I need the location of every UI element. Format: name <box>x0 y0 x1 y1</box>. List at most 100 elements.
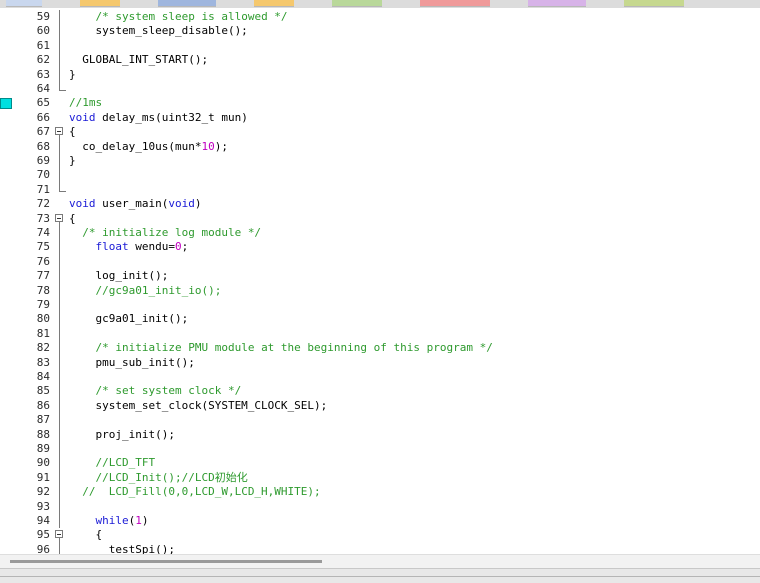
code-line[interactable]: 78 //gc9a01_init_io(); <box>0 283 760 298</box>
line-number: 82 <box>36 341 50 355</box>
code-line[interactable]: 94 while(1) <box>0 514 760 529</box>
code-text[interactable]: void user_main(void) <box>69 197 201 211</box>
token-comment: /* initialize PMU module at the beginnin… <box>95 341 493 355</box>
code-line[interactable]: 77 log_init(); <box>0 269 760 284</box>
code-line[interactable]: 61 <box>0 38 760 54</box>
line-number: 61 <box>36 38 50 52</box>
code-text[interactable]: testSpi(); <box>69 543 175 554</box>
code-text[interactable]: proj_init(); <box>69 427 175 442</box>
token: proj_init(); <box>69 427 175 441</box>
file-tab[interactable] <box>158 0 216 7</box>
line-number: 73 <box>36 211 50 225</box>
code-line[interactable]: 92 // LCD_Fill(0,0,LCD_W,LCD_H,WHITE); <box>0 485 760 500</box>
code-text[interactable]: { <box>69 528 102 542</box>
token: pmu_sub_init(); <box>69 355 195 369</box>
code-text[interactable]: system_set_clock(SYSTEM_CLOCK_SEL); <box>69 399 327 413</box>
code-line[interactable]: 80 gc9a01_init(); <box>0 312 760 327</box>
line-number: 95 <box>36 528 50 542</box>
file-tab[interactable] <box>254 0 294 7</box>
code-text[interactable]: } <box>69 154 76 168</box>
code-line[interactable]: 86 system_set_clock(SYSTEM_CLOCK_SEL); <box>0 398 760 414</box>
token-comment: //LCD_TFT <box>95 456 156 470</box>
file-tab[interactable] <box>80 0 120 7</box>
code-line[interactable]: 63} <box>0 67 760 82</box>
code-text[interactable]: float wendu=0; <box>69 240 189 254</box>
code-line[interactable]: 69} <box>0 154 760 169</box>
file-tab[interactable] <box>332 0 382 7</box>
code-line[interactable]: 66 void delay_ms(uint32_t mun) <box>0 111 760 125</box>
code-line[interactable]: 71 <box>0 182 760 197</box>
scrollbar-thumb[interactable] <box>10 560 322 563</box>
code-text[interactable]: while(1) <box>69 514 149 528</box>
code-line[interactable]: 87 <box>0 413 760 428</box>
file-tab[interactable] <box>528 0 586 7</box>
code-text[interactable]: /* system sleep is allowed */ <box>69 10 288 24</box>
code-line[interactable]: 79 <box>0 298 760 313</box>
code-line[interactable]: 95 { <box>0 528 760 543</box>
fold-guide <box>55 398 65 414</box>
code-text[interactable]: log_init(); <box>69 269 168 283</box>
file-tab[interactable] <box>6 0 42 7</box>
code-text[interactable]: } <box>69 68 76 82</box>
line-number: 76 <box>36 254 50 268</box>
code-line[interactable]: 89 <box>0 442 760 457</box>
code-line[interactable]: 88 proj_init(); <box>0 427 760 442</box>
code-editor[interactable]: 59 /* system sleep is allowed */60 syste… <box>0 8 760 554</box>
code-text[interactable]: //LCD_TFT <box>69 456 156 470</box>
code-line[interactable]: 72 void user_main(void) <box>0 197 760 211</box>
code-text[interactable]: void delay_ms(uint32_t mun) <box>69 111 248 125</box>
code-text[interactable]: /* initialize log module */ <box>69 226 261 240</box>
code-line[interactable]: 70 <box>0 168 760 183</box>
token: { <box>69 528 103 542</box>
file-tab[interactable] <box>624 0 684 7</box>
code-line[interactable]: 59 /* system sleep is allowed */ <box>0 10 760 25</box>
code-line[interactable]: 90 //LCD_TFT <box>0 456 760 471</box>
token-comment: //1ms <box>69 96 103 110</box>
code-text[interactable]: // LCD_Fill(0,0,LCD_W,LCD_H,WHITE); <box>69 485 321 499</box>
code-line[interactable]: 64 <box>0 82 760 96</box>
code-text[interactable]: pmu_sub_init(); <box>69 355 195 370</box>
code-line[interactable]: 62 GLOBAL_INT_START(); <box>0 53 760 68</box>
line-number: 91 <box>36 470 50 484</box>
collapse-icon[interactable] <box>55 125 65 140</box>
code-line[interactable]: 85 /* set system clock */ <box>0 384 760 399</box>
code-text[interactable]: co_delay_10us(mun*10); <box>69 140 228 154</box>
code-text[interactable]: //gc9a01_init_io(); <box>69 284 222 298</box>
code-line[interactable]: 74 /* initialize log module */ <box>0 226 760 241</box>
code-line[interactable]: 84 <box>0 370 760 385</box>
line-number: 72 <box>36 197 50 211</box>
collapse-icon[interactable] <box>55 212 65 226</box>
code-text[interactable]: system_sleep_disable(); <box>69 24 247 38</box>
code-line[interactable]: 91 //LCD_Init();//LCD初始化 <box>0 470 760 486</box>
code-text[interactable]: //LCD_Init();//LCD初始化 <box>69 471 248 485</box>
horizontal-scrollbar[interactable] <box>0 554 760 569</box>
collapse-icon[interactable] <box>55 528 65 543</box>
fold-guide <box>55 254 65 270</box>
token: ; <box>181 240 189 254</box>
code-text[interactable]: //1ms <box>69 96 102 110</box>
file-tab[interactable] <box>420 0 490 7</box>
code-line[interactable]: 68 co_delay_10us(mun*10); <box>0 139 760 154</box>
code-line[interactable]: 93 <box>0 499 760 514</box>
code-text[interactable]: GLOBAL_INT_START(); <box>69 53 208 67</box>
code-line[interactable]: 75 float wendu=0; <box>0 240 760 255</box>
code-text[interactable]: { <box>69 212 76 226</box>
code-line[interactable]: 73 { <box>0 212 760 226</box>
token-comment: // LCD_Fill(0,0,LCD_W,LCD_H,WHITE); <box>82 485 321 499</box>
code-line[interactable]: 76 <box>0 254 760 270</box>
code-line[interactable]: 60 system_sleep_disable(); <box>0 24 760 39</box>
code-line[interactable]: 81 <box>0 326 760 342</box>
code-text[interactable]: gc9a01_init(); <box>69 312 188 326</box>
code-line[interactable]: 67 { <box>0 125 760 140</box>
code-text[interactable]: { <box>69 125 76 139</box>
code-line[interactable]: 96 testSpi(); <box>0 542 760 554</box>
fold-guide <box>55 427 65 442</box>
code-line[interactable]: 82 /* initialize PMU module at the begin… <box>0 341 760 356</box>
code-line[interactable]: 65 //1ms <box>0 96 760 110</box>
line-number: 83 <box>36 355 50 369</box>
code-line[interactable]: 83 pmu_sub_init(); <box>0 355 760 370</box>
line-number: 63 <box>36 67 50 81</box>
code-text[interactable]: /* set system clock */ <box>69 384 242 398</box>
code-text[interactable]: /* initialize PMU module at the beginnin… <box>69 341 493 355</box>
